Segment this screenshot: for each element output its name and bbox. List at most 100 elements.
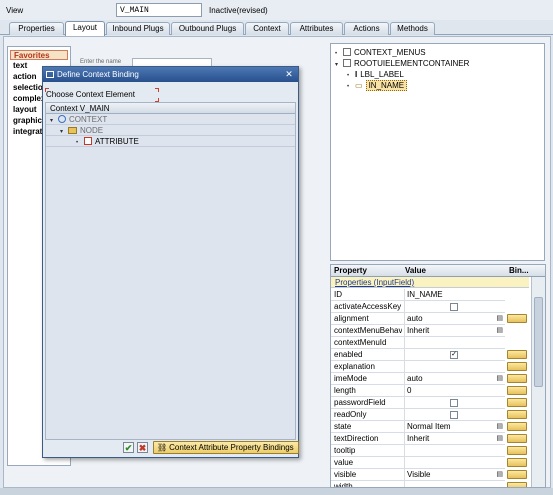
property-name: ID — [334, 290, 342, 299]
property-value[interactable]: Inherit — [404, 433, 504, 444]
header-property[interactable]: Property — [334, 266, 367, 275]
property-value[interactable]: IN_NAME — [404, 289, 504, 300]
property-value[interactable]: Inherit — [404, 325, 504, 336]
tab-layout[interactable]: Layout — [65, 21, 105, 36]
context-root-row[interactable]: ▾ CONTEXT — [46, 114, 295, 125]
cancel-x-icon[interactable]: ✖ — [137, 442, 148, 453]
context-tree-header: Context V_MAIN — [46, 103, 295, 114]
binding-button[interactable] — [507, 434, 527, 443]
tab-properties[interactable]: Properties — [9, 22, 64, 35]
property-value[interactable] — [404, 337, 504, 348]
vertical-scrollbar[interactable] — [531, 277, 545, 487]
property-value[interactable]: auto — [404, 373, 504, 384]
binding-button[interactable] — [507, 386, 527, 395]
property-row[interactable]: enabled ✓ — [331, 349, 505, 361]
property-row[interactable]: length 0 — [331, 385, 505, 397]
palette-favorites[interactable]: Favorites — [10, 50, 68, 60]
binding-button[interactable] — [507, 422, 527, 431]
property-row[interactable]: activateAccessKey — [331, 301, 505, 313]
tab-attributes[interactable]: Attributes — [290, 22, 343, 35]
tab-methods[interactable]: Methods — [390, 22, 435, 35]
binding-button[interactable] — [507, 470, 527, 479]
tab-strip: Properties Layout Inbound Plugs Outbound… — [0, 20, 553, 36]
tab-context[interactable]: Context — [245, 22, 289, 35]
context-node-row[interactable]: ▾ NODE — [46, 125, 295, 136]
property-name: readOnly — [334, 410, 367, 419]
bindings-icon: ⛓ — [157, 443, 168, 452]
binding-button[interactable] — [507, 374, 527, 383]
property-row[interactable]: contextMenuBehav Inherit ▤ — [331, 325, 505, 337]
property-value[interactable] — [404, 445, 504, 456]
header-binding[interactable]: Bin... — [509, 266, 529, 275]
dropdown-icon[interactable]: ▤ — [496, 327, 503, 334]
tab-outbound-plugs[interactable]: Outbound Plugs — [171, 22, 244, 35]
property-name: textDirection — [334, 434, 379, 443]
property-value[interactable]: 0 — [404, 385, 504, 396]
binding-button[interactable] — [507, 410, 527, 419]
properties-grid: Property Value Bin... Properties (InputF… — [330, 264, 546, 488]
dropdown-icon[interactable]: ▤ — [496, 315, 503, 322]
property-row[interactable]: alignment auto ▤ — [331, 313, 505, 325]
close-icon[interactable]: ✕ — [283, 68, 295, 80]
property-row[interactable]: value — [331, 457, 505, 469]
context-tree: Context V_MAIN ▾ CONTEXT ▾ NODE • ATTRIBUTE — [45, 102, 296, 440]
property-name: length — [334, 386, 356, 395]
view-label: View — [6, 6, 24, 15]
property-checkbox[interactable] — [450, 411, 458, 419]
property-name: value — [334, 458, 354, 467]
tree-item-input[interactable]: • ▭ IN_NAME — [347, 80, 408, 91]
property-value[interactable]: auto — [404, 313, 504, 324]
input-element-icon: ▭ — [355, 81, 363, 90]
property-row[interactable]: imeMode auto ▤ — [331, 373, 505, 385]
property-row[interactable]: tooltip — [331, 445, 505, 457]
property-value[interactable] — [404, 361, 504, 372]
view-name-field[interactable]: V_MAIN — [116, 3, 202, 17]
property-row[interactable]: contextMenuId — [331, 337, 505, 349]
properties-group-title[interactable]: Properties (InputField) — [331, 277, 529, 288]
property-name: alignment — [334, 314, 369, 323]
property-row[interactable]: ID IN_NAME — [331, 289, 505, 301]
dialog-title: Define Context Binding — [43, 67, 298, 82]
binding-button[interactable] — [507, 362, 527, 371]
dropdown-icon[interactable]: ▤ — [496, 471, 503, 478]
tree-item-label[interactable]: • I LBL_LABEL — [347, 69, 404, 80]
dropdown-icon[interactable]: ▤ — [496, 435, 503, 442]
tab-inbound-plugs[interactable]: Inbound Plugs — [106, 22, 170, 35]
property-name: contextMenuId — [334, 338, 387, 347]
property-checkbox[interactable] — [450, 399, 458, 407]
dropdown-icon[interactable]: ▤ — [496, 423, 503, 430]
header-value[interactable]: Value — [405, 266, 426, 275]
dropdown-icon[interactable]: ▤ — [496, 375, 503, 382]
binding-button[interactable] — [507, 350, 527, 359]
property-row[interactable]: textDirection Inherit ▤ — [331, 433, 505, 445]
binding-button[interactable] — [507, 398, 527, 407]
context-attribute-row[interactable]: • ATTRIBUTE — [46, 136, 295, 147]
property-row[interactable]: visible Visible ▤ — [331, 469, 505, 481]
binding-button[interactable] — [507, 446, 527, 455]
property-row[interactable]: width — [331, 481, 505, 487]
property-row[interactable]: readOnly — [331, 409, 505, 421]
dialog-window-icon — [46, 71, 54, 78]
property-value[interactable]: Visible — [404, 469, 504, 480]
confirm-check-icon[interactable]: ✔ — [123, 442, 134, 453]
property-value[interactable]: Normal Item — [404, 421, 504, 432]
property-checkbox[interactable] — [450, 303, 458, 311]
collapse-icon[interactable]: ▾ — [335, 60, 343, 71]
property-checkbox[interactable]: ✓ — [450, 351, 458, 359]
property-row[interactable]: passwordField — [331, 397, 505, 409]
property-value[interactable] — [404, 481, 504, 487]
context-attribute-bindings-button[interactable]: ⛓ Context Attribute Property Bindings — [153, 441, 299, 454]
focus-corner-icon — [155, 88, 159, 92]
property-value[interactable] — [404, 457, 504, 468]
property-name: explanation — [334, 362, 375, 371]
binding-button[interactable] — [507, 314, 527, 323]
container-icon — [343, 59, 351, 67]
scrollbar-thumb[interactable] — [534, 297, 543, 387]
binding-button[interactable] — [507, 458, 527, 467]
tab-actions[interactable]: Actions — [344, 22, 389, 35]
property-row[interactable]: state Normal Item ▤ — [331, 421, 505, 433]
property-row[interactable]: explanation — [331, 361, 505, 373]
tree-item-context-menus[interactable]: • CONTEXT_MENUS — [335, 47, 426, 58]
tree-item-root-container[interactable]: ▾ ROOTUIELEMENTCONTAINER — [335, 58, 469, 69]
property-name: activateAccessKey — [334, 302, 402, 311]
